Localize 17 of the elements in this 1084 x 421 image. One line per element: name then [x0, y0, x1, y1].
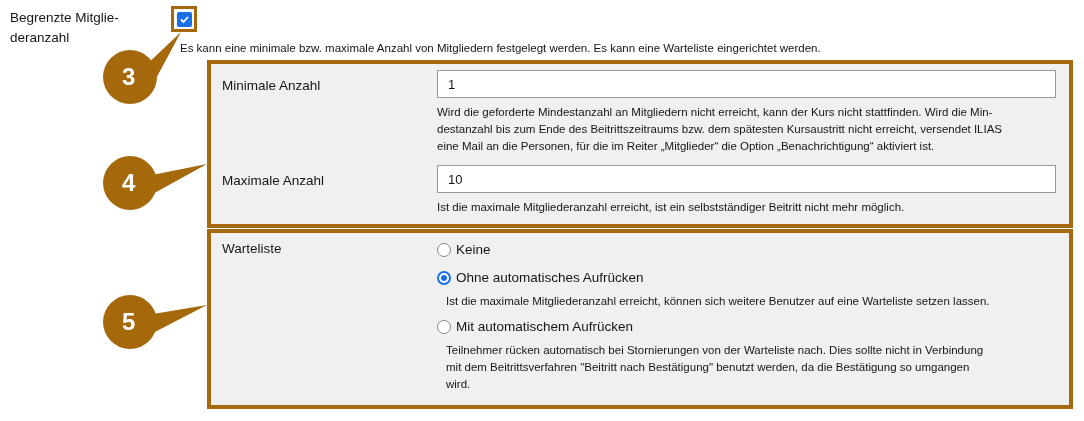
help-text: Es kann eine minimale bzw. maximale Anzahl von Mitgliedern festgelegt werden. Es kann eine Warteliste eingerichtet werden.: [180, 41, 821, 56]
callout-number: 3: [122, 65, 136, 89]
field-label: Begrenzte Mitglie- deranzahl: [9, 9, 120, 47]
radio-label[interactable]: Mit automatischem Aufrücken: [456, 316, 634, 338]
radio-label[interactable]: Keine: [456, 239, 491, 261]
help-text: Teilnehmer rücken automatisch bei Stornierungen von der Warteliste nach. Dies sollte nicht in Verbindung mit dem Beitrittsverfahren "Beitritt nach Bestätigung" benutzt werden, da die Bestätigung so umgangen wird.: [446, 343, 985, 392]
field-label: Warteliste: [221, 240, 283, 258]
number-input[interactable]: 1: [437, 70, 1056, 98]
field-label: Maximale Anzahl: [221, 172, 326, 190]
radio-label[interactable]: Ohne automatisches Aufrücken: [456, 267, 644, 289]
field-label: Minimale Anzahl: [221, 77, 322, 95]
callout-number: 5: [122, 310, 136, 334]
help-text: Wird die geforderte Mindestanzahl an Mitgliedern nicht erreicht, kann der Kurs nicht stattfinden. Wird die Min- destanzahl bis zum Ende des Beitrittszeitraums bzw. dem spätesten Kursaustritt nicht erreicht, versendet ILIAS eine Mail an die Personen, für die im Reiter „Mitglieder“ die Option „Benachrichtigung“ aktiviert ist.: [437, 105, 1004, 154]
callout-number: 4: [122, 171, 136, 195]
help-text: Ist die maximale Mitgliederanzahl erreicht, ist ein selbstständiger Beitritt nicht mehr möglich.: [437, 200, 906, 215]
number-input[interactable]: 10: [437, 165, 1056, 193]
help-text: Ist die maximale Mitgliederanzahl erreicht, können sich weitere Benutzer auf eine Warteliste setzen lassen.: [446, 294, 990, 309]
